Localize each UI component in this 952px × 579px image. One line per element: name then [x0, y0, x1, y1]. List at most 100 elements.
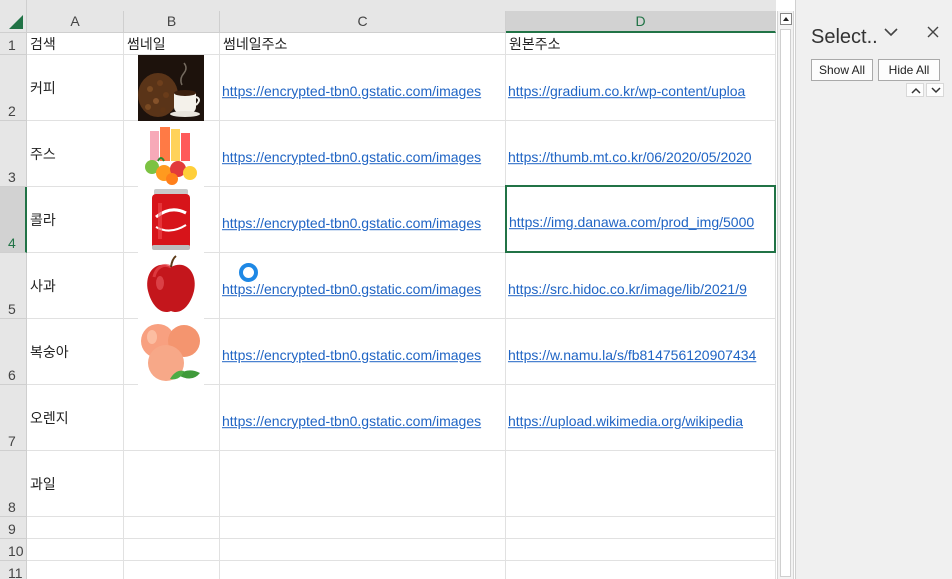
cell-c10[interactable] — [220, 539, 506, 561]
cell-a4[interactable]: 콜라 — [27, 187, 124, 253]
hide-all-button[interactable]: Hide All — [878, 59, 940, 81]
cell-a10[interactable] — [27, 539, 124, 561]
header-thumbnail-url: 썸네일주소 — [223, 36, 288, 53]
cell-a5[interactable]: 사과 — [27, 253, 124, 319]
original-url-link[interactable]: https://src.hidoc.co.kr/image/lib/2021/9 — [508, 281, 747, 297]
cell-d3[interactable]: https://thumb.mt.co.kr/06/2020/05/2020 — [506, 121, 776, 187]
cell-d6[interactable]: https://w.namu.la/s/fb814756120907434 — [506, 319, 776, 385]
thumbnail-url-link[interactable]: https://encrypted-tbn0.gstatic.com/image… — [222, 215, 481, 231]
column-header-a[interactable]: A — [27, 11, 124, 33]
row-header-4[interactable]: 4 — [0, 187, 27, 253]
thumbnail-url-link[interactable]: https://encrypted-tbn0.gstatic.com/image… — [222, 281, 481, 297]
row-header-8[interactable]: 8 — [0, 451, 27, 517]
thumbnail-url-link[interactable]: https://encrypted-tbn0.gstatic.com/image… — [222, 83, 481, 99]
original-url-link[interactable]: https://thumb.mt.co.kr/06/2020/05/2020 — [508, 149, 752, 165]
cell-c4[interactable]: https://encrypted-tbn0.gstatic.com/image… — [220, 187, 506, 253]
show-all-button[interactable]: Show All — [811, 59, 873, 81]
cell-c6[interactable]: https://encrypted-tbn0.gstatic.com/image… — [220, 319, 506, 385]
cell-a11[interactable] — [27, 561, 124, 579]
vertical-scrollbar[interactable] — [777, 11, 794, 579]
search-term: 오렌지 — [30, 410, 69, 427]
header-original-url: 원본주소 — [509, 36, 561, 53]
coffee-thumbnail[interactable] — [138, 55, 204, 121]
apple-thumbnail[interactable] — [138, 253, 204, 319]
juice-image — [138, 121, 204, 187]
cell-c7[interactable]: https://encrypted-tbn0.gstatic.com/image… — [220, 385, 506, 451]
column-header-c[interactable]: C — [220, 11, 506, 33]
cola-can-image — [138, 187, 204, 253]
cell-d2[interactable]: https://gradium.co.kr/wp-content/uploa — [506, 55, 776, 121]
chevron-down-icon[interactable] — [884, 25, 900, 41]
peach-thumbnail[interactable] — [138, 319, 204, 385]
cell-d1[interactable]: 원본주소 — [506, 33, 776, 55]
header-strip — [27, 0, 776, 11]
search-term: 과일 — [30, 476, 56, 493]
row-header-11[interactable]: 11 — [0, 561, 27, 579]
cell-d7[interactable]: https://upload.wikimedia.org/wikipedia — [506, 385, 776, 451]
cell-a6[interactable]: 복숭아 — [27, 319, 124, 385]
cell-d8[interactable] — [506, 451, 776, 517]
cell-b9[interactable] — [124, 517, 220, 539]
juice-thumbnail[interactable] — [138, 121, 204, 187]
column-header-d[interactable]: D — [506, 11, 776, 33]
select-all-corner[interactable] — [0, 0, 27, 33]
search-term: 사과 — [30, 278, 56, 295]
original-url-link[interactable]: https://img.danawa.com/prod_img/5000 — [509, 214, 754, 230]
cell-c1[interactable]: 썸네일주소 — [220, 33, 506, 55]
row-header-5[interactable]: 5 — [0, 253, 27, 319]
cell-d5[interactable]: https://src.hidoc.co.kr/image/lib/2021/9 — [506, 253, 776, 319]
peach-image — [138, 319, 204, 385]
cell-a8[interactable]: 과일 — [27, 451, 124, 517]
row-header-9[interactable]: 9 — [0, 517, 27, 539]
search-term: 복숭아 — [30, 344, 69, 361]
bring-forward-button[interactable] — [906, 83, 924, 97]
cell-c8[interactable] — [220, 451, 506, 517]
cell-c11[interactable] — [220, 561, 506, 579]
cell-a9[interactable] — [27, 517, 124, 539]
cell-d11[interactable] — [506, 561, 776, 579]
scrollbar-thumb[interactable] — [780, 29, 791, 577]
scroll-up-arrow-icon[interactable] — [780, 13, 792, 25]
row-header-3[interactable]: 3 — [0, 121, 27, 187]
thumbnail-url-link[interactable]: https://encrypted-tbn0.gstatic.com/image… — [222, 149, 481, 165]
loading-ring-icon — [239, 263, 258, 282]
column-header-b[interactable]: B — [124, 11, 220, 33]
cell-c5[interactable]: https://encrypted-tbn0.gstatic.com/image… — [220, 253, 506, 319]
search-term: 콜라 — [30, 212, 56, 229]
cell-c3[interactable]: https://encrypted-tbn0.gstatic.com/image… — [220, 121, 506, 187]
cell-c2[interactable]: https://encrypted-tbn0.gstatic.com/image… — [220, 55, 506, 121]
chevron-down-small-icon — [931, 87, 941, 94]
original-url-link[interactable]: https://w.namu.la/s/fb814756120907434 — [508, 347, 756, 363]
spreadsheet-grid[interactable]: A B C D 1 2 3 4 5 6 7 8 9 10 11 검색 썸네일 썸… — [0, 0, 776, 579]
header-search: 검색 — [30, 36, 56, 53]
close-icon[interactable] — [925, 25, 941, 41]
original-url-link[interactable]: https://gradium.co.kr/wp-content/uploa — [508, 83, 745, 99]
row-header-2[interactable]: 2 — [0, 55, 27, 121]
thumbnail-url-link[interactable]: https://encrypted-tbn0.gstatic.com/image… — [222, 413, 481, 429]
row-header-1[interactable]: 1 — [0, 33, 27, 55]
thumbnail-url-link[interactable]: https://encrypted-tbn0.gstatic.com/image… — [222, 347, 481, 363]
select-all-triangle-icon — [9, 15, 23, 29]
cell-a3[interactable]: 주스 — [27, 121, 124, 187]
cola-thumbnail[interactable] — [138, 187, 204, 253]
cell-a7[interactable]: 오렌지 — [27, 385, 124, 451]
cell-b10[interactable] — [124, 539, 220, 561]
cell-b7[interactable] — [124, 385, 220, 451]
original-url-link[interactable]: https://upload.wikimedia.org/wikipedia — [508, 413, 743, 429]
send-backward-button[interactable] — [926, 83, 944, 97]
cell-d4-active[interactable]: https://img.danawa.com/prod_img/5000 — [505, 185, 776, 253]
search-term: 커피 — [30, 80, 56, 97]
cell-c9[interactable] — [220, 517, 506, 539]
cell-b11[interactable] — [124, 561, 220, 579]
row-header-10[interactable]: 10 — [0, 539, 27, 561]
search-term: 주스 — [30, 146, 56, 163]
row-header-7[interactable]: 7 — [0, 385, 27, 451]
cell-d10[interactable] — [506, 539, 776, 561]
cell-d9[interactable] — [506, 517, 776, 539]
cell-a1[interactable]: 검색 — [27, 33, 124, 55]
apple-image — [138, 253, 204, 319]
row-header-6[interactable]: 6 — [0, 319, 27, 385]
cell-a2[interactable]: 커피 — [27, 55, 124, 121]
cell-b1[interactable]: 썸네일 — [124, 33, 220, 55]
cell-b8[interactable] — [124, 451, 220, 517]
